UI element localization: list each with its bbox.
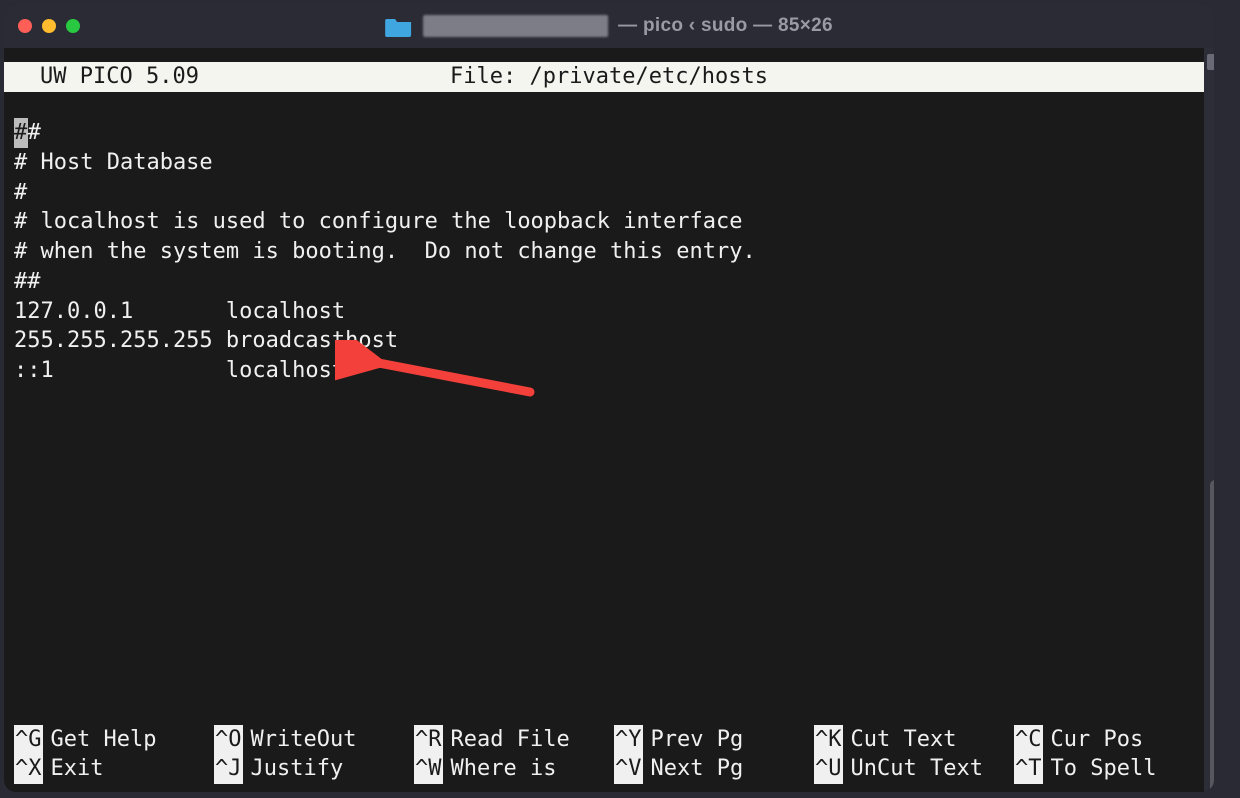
pico-header: UW PICO 5.09 File: /private/etc/hosts xyxy=(4,62,1204,92)
shortcut-row: ^XExit^JJustify^WWhere is^VNext Pg^UUnCu… xyxy=(14,754,1194,784)
folder-icon xyxy=(385,15,413,37)
scroll-indicator-icon xyxy=(1207,54,1214,70)
file-content: # # Host Database # # localhost is used … xyxy=(14,120,756,383)
shortcut-key: ^R xyxy=(414,725,443,755)
shortcut-label: Get Help xyxy=(43,725,157,755)
shortcut-item[interactable]: ^VNext Pg xyxy=(614,754,814,784)
terminal-content: UW PICO 5.09 File: /private/etc/hosts ##… xyxy=(4,48,1204,792)
shortcut-bar: ^GGet Help^OWriteOut^RRead File^YPrev Pg… xyxy=(4,725,1204,792)
shortcut-item[interactable]: ^RRead File xyxy=(414,725,614,755)
shortcut-item[interactable]: ^TTo Spell xyxy=(1014,754,1194,784)
shortcut-label: Next Pg xyxy=(643,754,744,784)
shortcut-label: Cur Pos xyxy=(1043,725,1144,755)
shortcut-item[interactable]: ^JJustify xyxy=(214,754,414,784)
shortcut-item[interactable]: ^OWriteOut xyxy=(214,725,414,755)
shortcut-key: ^X xyxy=(14,754,43,784)
shortcut-key: ^Y xyxy=(614,725,643,755)
window-title: — pico ‹ sudo — 85×26 xyxy=(385,15,833,37)
shortcut-label: Justify xyxy=(243,754,344,784)
editor-area[interactable]: ## # Host Database # # localhost is used… xyxy=(4,92,1204,724)
shortcut-item[interactable]: ^WWhere is xyxy=(414,754,614,784)
shortcut-item[interactable]: ^CCur Pos xyxy=(1014,725,1194,755)
shortcut-item[interactable]: ^GGet Help xyxy=(14,725,214,755)
shortcut-item[interactable]: ^UUnCut Text xyxy=(814,754,1014,784)
title-suffix: — pico ‹ sudo — 85×26 xyxy=(618,15,833,37)
shortcut-key: ^U xyxy=(814,754,843,784)
text-cursor: # xyxy=(14,118,28,148)
shortcut-row: ^GGet Help^OWriteOut^RRead File^YPrev Pg… xyxy=(14,725,1194,755)
shortcut-key: ^O xyxy=(214,725,243,755)
scrollbar[interactable] xyxy=(1204,48,1214,792)
traffic-lights xyxy=(18,19,80,33)
shortcut-key: ^T xyxy=(1014,754,1043,784)
shortcut-label: Cut Text xyxy=(843,725,957,755)
shortcut-item[interactable]: ^XExit xyxy=(14,754,214,784)
shortcut-label: Prev Pg xyxy=(643,725,744,755)
scrollbar-thumb[interactable] xyxy=(1210,480,1214,792)
shortcut-label: Exit xyxy=(43,754,104,784)
shortcut-key: ^W xyxy=(414,754,443,784)
terminal-body: UW PICO 5.09 File: /private/etc/hosts ##… xyxy=(4,48,1214,792)
shortcut-key: ^K xyxy=(814,725,843,755)
shortcut-label: Where is xyxy=(443,754,557,784)
close-button[interactable] xyxy=(18,19,32,33)
titlebar: — pico ‹ sudo — 85×26 xyxy=(4,4,1214,48)
shortcut-key: ^J xyxy=(214,754,243,784)
pico-app-name: UW PICO 5.09 xyxy=(4,64,199,90)
shortcut-item[interactable]: ^KCut Text xyxy=(814,725,1014,755)
maximize-button[interactable] xyxy=(66,19,80,33)
shortcut-key: ^C xyxy=(1014,725,1043,755)
shortcut-key: ^G xyxy=(14,725,43,755)
minimize-button[interactable] xyxy=(42,19,56,33)
blurred-path xyxy=(423,15,608,37)
shortcut-label: UnCut Text xyxy=(843,754,983,784)
pico-file-label: File: /private/etc/hosts xyxy=(450,64,768,90)
shortcut-item[interactable]: ^YPrev Pg xyxy=(614,725,814,755)
shortcut-label: To Spell xyxy=(1043,754,1157,784)
shortcut-key: ^V xyxy=(614,754,643,784)
shortcut-label: WriteOut xyxy=(243,725,357,755)
terminal-window: — pico ‹ sudo — 85×26 UW PICO 5.09 File:… xyxy=(4,4,1214,792)
shortcut-label: Read File xyxy=(443,725,570,755)
